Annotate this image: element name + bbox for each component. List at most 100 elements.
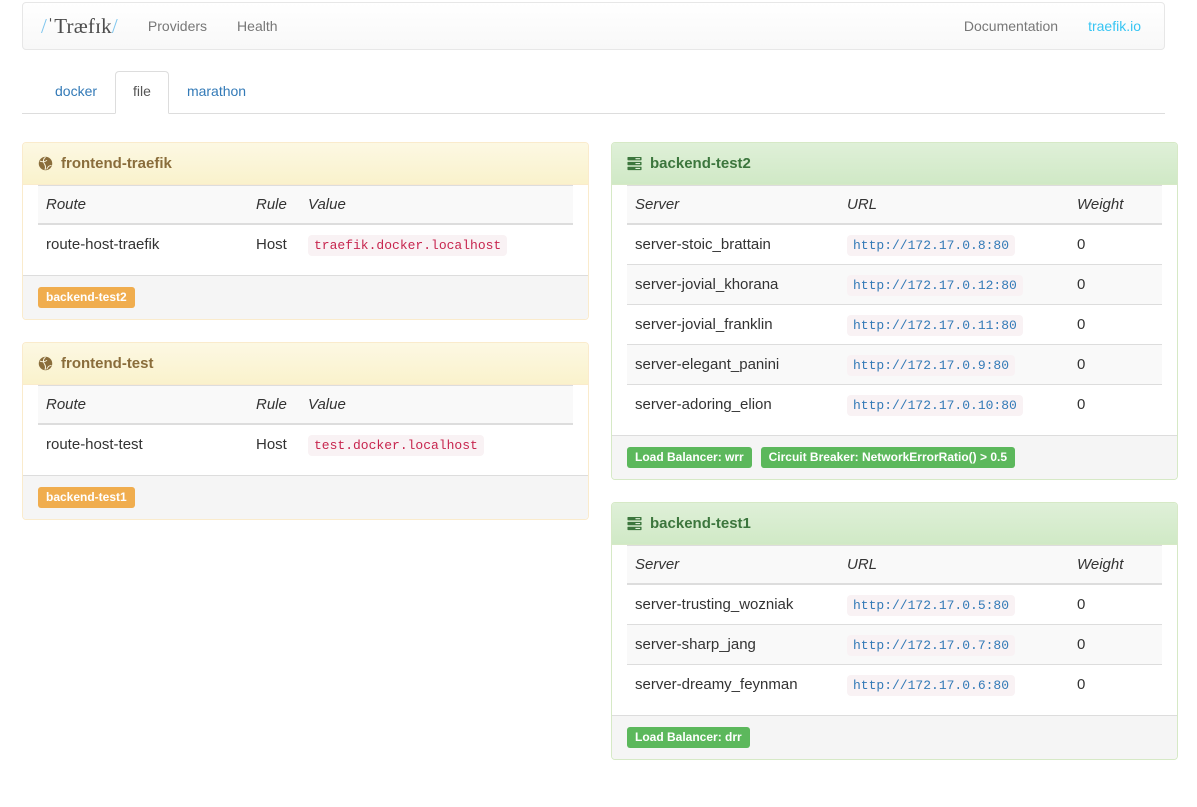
server-weight: 0 [1069, 625, 1162, 665]
table-spacer [627, 425, 1162, 435]
tab-file[interactable]: file [115, 71, 169, 114]
tab-marathon[interactable]: marathon [169, 71, 264, 114]
server-url[interactable]: http://172.17.0.6:80 [847, 675, 1015, 696]
globe-icon [38, 156, 53, 171]
server-weight: 0 [1069, 265, 1162, 305]
backend-panel-footer: Load Balancer: drr [612, 715, 1177, 759]
table-header-row: Server URL Weight [627, 546, 1162, 585]
server-url[interactable]: http://172.17.0.12:80 [847, 275, 1023, 296]
route-rule: Host [248, 224, 300, 265]
table-row: server-adoring_elion http://172.17.0.10:… [627, 385, 1162, 425]
server-name: server-trusting_wozniak [627, 584, 839, 625]
table-row: server-stoic_brattain http://172.17.0.8:… [627, 224, 1162, 265]
frontend-panel-body: Route Rule Value route-host-test Host te… [23, 385, 588, 475]
server-name: server-jovial_khorana [627, 265, 839, 305]
tab-docker[interactable]: docker [37, 71, 115, 114]
route-name: route-host-traefik [38, 224, 248, 265]
server-url[interactable]: http://172.17.0.5:80 [847, 595, 1015, 616]
backend-link-label[interactable]: backend-test1 [38, 487, 135, 508]
load-balancer-label: Load Balancer: drr [627, 727, 750, 748]
route-name: route-host-test [38, 424, 248, 465]
server-name: server-jovial_franklin [627, 305, 839, 345]
route-value: test.docker.localhost [308, 435, 484, 456]
globe-icon [38, 356, 53, 371]
server-url[interactable]: http://172.17.0.8:80 [847, 235, 1015, 256]
server-name: server-stoic_brattain [627, 224, 839, 265]
server-weight: 0 [1069, 224, 1162, 265]
server-url-cell: http://172.17.0.9:80 [839, 345, 1069, 385]
provider-tabs: docker file marathon [22, 72, 1165, 114]
backend-servers-table: Server URL Weight server-stoic_brattain … [627, 185, 1162, 425]
server-url-cell: http://172.17.0.8:80 [839, 224, 1069, 265]
server-url[interactable]: http://172.17.0.9:80 [847, 355, 1015, 376]
server-url-cell: http://172.17.0.6:80 [839, 665, 1069, 705]
column-header-rule: Rule [248, 386, 300, 425]
table-row: server-elegant_panini http://172.17.0.9:… [627, 345, 1162, 385]
nav-link-documentation[interactable]: Documentation [949, 3, 1073, 49]
frontends-column: frontend-traefik Route Rule Value route-… [22, 142, 589, 542]
server-url[interactable]: http://172.17.0.7:80 [847, 635, 1015, 656]
column-header-route: Route [38, 186, 248, 225]
frontend-title: frontend-traefik [61, 155, 172, 172]
server-weight: 0 [1069, 584, 1162, 625]
logo-ipa-text: ˈTræfɪk [47, 14, 112, 38]
server-url-cell: http://172.17.0.5:80 [839, 584, 1069, 625]
load-balancer-label: Load Balancer: wrr [627, 447, 752, 468]
column-header-value: Value [300, 386, 573, 425]
nav-link-traefik-io[interactable]: traefik.io [1073, 3, 1156, 49]
table-row: server-trusting_wozniak http://172.17.0.… [627, 584, 1162, 625]
column-header-route: Route [38, 386, 248, 425]
server-weight: 0 [1069, 665, 1162, 705]
frontend-panel-heading: frontend-traefik [23, 143, 588, 185]
table-header-row: Route Rule Value [38, 186, 573, 225]
route-value: traefik.docker.localhost [308, 235, 507, 256]
route-value-cell: test.docker.localhost [300, 424, 573, 465]
server-url[interactable]: http://172.17.0.11:80 [847, 315, 1023, 336]
frontend-panel-footer: backend-test2 [23, 275, 588, 319]
server-name: server-dreamy_feynman [627, 665, 839, 705]
backend-panel: backend-test1 Server URL Weight server-t… [611, 502, 1178, 760]
frontend-panel-body: Route Rule Value route-host-traefik Host… [23, 185, 588, 275]
navbar-left-links: Providers Health [133, 3, 293, 49]
column-header-server: Server [627, 546, 839, 585]
backend-panel-body: Server URL Weight server-stoic_brattain … [612, 185, 1177, 435]
nav-link-providers[interactable]: Providers [133, 3, 222, 49]
table-row: server-jovial_franklin http://172.17.0.1… [627, 305, 1162, 345]
server-url[interactable]: http://172.17.0.10:80 [847, 395, 1023, 416]
table-spacer [38, 265, 573, 275]
frontend-title: frontend-test [61, 355, 154, 372]
table-row: server-sharp_jang http://172.17.0.7:80 0 [627, 625, 1162, 665]
server-name: server-adoring_elion [627, 385, 839, 425]
table-row: route-host-test Host test.docker.localho… [38, 424, 573, 465]
backend-panel-body: Server URL Weight server-trusting_woznia… [612, 545, 1177, 715]
server-weight: 0 [1069, 385, 1162, 425]
navbar-right-links: Documentation traefik.io [949, 3, 1164, 49]
backend-panel-heading: backend-test1 [612, 503, 1177, 545]
frontend-panel-heading: frontend-test [23, 343, 588, 385]
table-spacer [38, 465, 573, 475]
nav-link-health[interactable]: Health [222, 3, 292, 49]
table-spacer [627, 705, 1162, 715]
route-rule: Host [248, 424, 300, 465]
table-header-row: Route Rule Value [38, 386, 573, 425]
frontend-panel: frontend-traefik Route Rule Value route-… [22, 142, 589, 320]
frontend-panel-footer: backend-test1 [23, 475, 588, 519]
server-url-cell: http://172.17.0.11:80 [839, 305, 1069, 345]
server-url-cell: http://172.17.0.12:80 [839, 265, 1069, 305]
circuit-breaker-label: Circuit Breaker: NetworkErrorRatio() > 0… [761, 447, 1015, 468]
column-header-url: URL [839, 186, 1069, 225]
column-header-value: Value [300, 186, 573, 225]
column-header-weight: Weight [1069, 546, 1162, 585]
traefik-logo[interactable]: /ˈTræfɪk/ [23, 14, 133, 39]
table-header-row: Server URL Weight [627, 186, 1162, 225]
backend-panel: backend-test2 Server URL Weight server-s… [611, 142, 1178, 480]
route-value-cell: traefik.docker.localhost [300, 224, 573, 265]
table-row: server-dreamy_feynman http://172.17.0.6:… [627, 665, 1162, 705]
backend-link-label[interactable]: backend-test2 [38, 287, 135, 308]
server-name: server-sharp_jang [627, 625, 839, 665]
server-weight: 0 [1069, 305, 1162, 345]
backend-title: backend-test2 [650, 155, 751, 172]
server-stack-icon [627, 156, 642, 171]
top-navbar: /ˈTræfɪk/ Providers Health Documentation… [22, 2, 1165, 50]
backends-column: backend-test2 Server URL Weight server-s… [611, 142, 1178, 782]
